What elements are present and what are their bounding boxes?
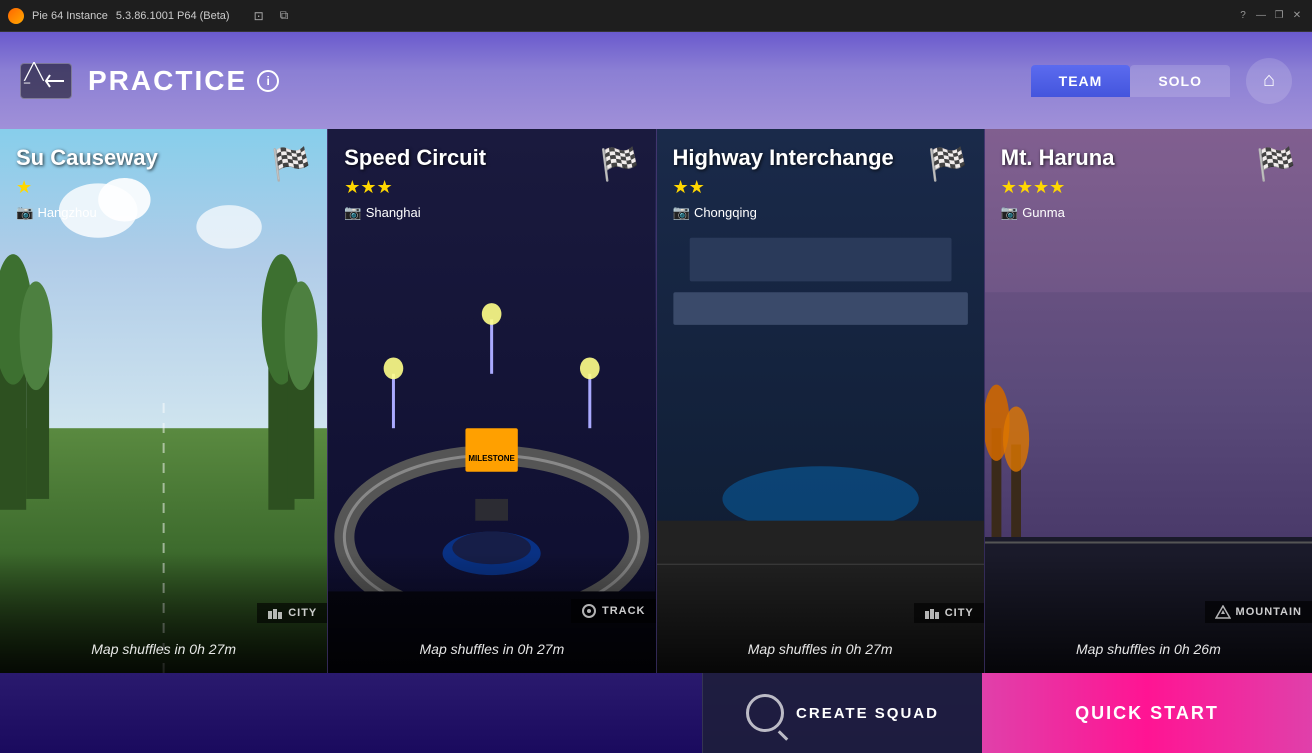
camera-icon: 📷 [16,204,33,221]
close-button[interactable]: ✕ [1290,9,1304,23]
restore-button[interactable]: ❐ [1272,9,1286,23]
map-card-su-causeway[interactable]: Su Causeway ★ 📷 Hangzhou 🏁 CITY Map shuf… [0,129,328,673]
flag-icon: 🏁 [1256,145,1296,183]
card-location: 📷 Hangzhou [16,204,311,221]
search-icon [746,694,784,732]
grid-window-icon[interactable]: ⧉ [280,8,289,23]
city-icon [267,607,283,619]
map-card-highway-interchange[interactable]: Highway Interchange ★★ 📷 Chongqing 🏁 CIT… [657,129,985,673]
card-stars: ★ [16,177,311,198]
category-badge: CITY [914,603,984,623]
help-button[interactable]: ? [1236,9,1250,23]
camera-icon: 📷 [673,204,690,221]
category-badge: MOUNTAIN [1205,601,1312,623]
mountain-icon [1215,605,1231,619]
category-badge: CITY [257,603,327,623]
camera-icon: 📷 [1001,204,1018,221]
home-window-icon[interactable]: ⊡ [254,9,264,23]
shuffle-text: Map shuffles in 0h 27m [657,641,984,657]
game-header: ╱╲‾ PRACTICE i TEAM SOLO ⌂ [0,32,1312,129]
shuffle-text: Map shuffles in 0h 27m [328,641,655,657]
map-cards-area: Su Causeway ★ 📷 Hangzhou 🏁 CITY Map shuf… [0,129,1312,673]
tab-team[interactable]: TEAM [1031,65,1131,97]
track-icon [581,603,597,619]
card-location: 📷 Shanghai [344,204,639,221]
action-bar: CREATE SQUAD QUICK START [0,673,1312,753]
city-icon [924,607,940,619]
flag-icon: 🏁 [271,145,311,183]
card-location: 📷 Gunma [1001,204,1296,221]
app-name: Pie 64 Instance [32,10,108,22]
svg-text:MILESTONE: MILESTONE [469,454,516,463]
create-squad-label: CREATE SQUAD [796,705,939,722]
map-card-mt-haruna[interactable]: Mt. Haruna ★★★★ 📷 Gunma 🏁 MOUNTAIN Map s… [985,129,1312,673]
category-badge: TRACK [571,599,656,623]
back-arrow-icon: ╱╲‾ [24,62,43,100]
map-card-speed-circuit[interactable]: MILESTONE Speed Circuit ★★★ 📷 Shanghai 🏁… [328,129,656,673]
back-icon [44,73,68,89]
title-bar-extras: ⊡ ⧉ [246,8,289,23]
window-controls: ? — ❐ ✕ [1236,9,1304,23]
card-stars: ★★★★ [1001,177,1296,198]
card-title: Su Causeway [16,145,311,171]
shuffle-text: Map shuffles in 0h 26m [985,641,1312,657]
info-button[interactable]: i [257,70,279,92]
home-icon: ⌂ [1263,69,1275,92]
quick-start-button[interactable]: QUICK START [982,673,1312,753]
app-icon [8,8,24,24]
flag-icon: 🏁 [600,145,640,183]
flag-icon: 🏁 [928,145,968,183]
card-location: 📷 Chongqing [673,204,968,221]
card-title: Highway Interchange [673,145,968,171]
quick-start-label: QUICK START [1075,703,1219,724]
card-stars: ★★ [673,177,968,198]
card-title: Mt. Haruna [1001,145,1296,171]
mode-tabs: TEAM SOLO [1031,65,1230,97]
home-button[interactable]: ⌂ [1246,58,1292,104]
back-button[interactable]: ╱╲‾ [20,63,72,99]
card-stars: ★★★ [344,177,639,198]
card-title: Speed Circuit [344,145,639,171]
create-squad-button[interactable]: CREATE SQUAD [702,673,982,753]
title-bar: Pie 64 Instance 5.3.86.1001 P64 (Beta) ⊡… [0,0,1312,32]
minimize-button[interactable]: — [1254,9,1268,23]
page-title: PRACTICE [88,65,247,97]
shuffle-text: Map shuffles in 0h 27m [0,641,327,657]
tab-solo[interactable]: SOLO [1130,65,1230,97]
camera-icon: 📷 [344,204,361,221]
app-version: 5.3.86.1001 P64 (Beta) [116,10,230,22]
